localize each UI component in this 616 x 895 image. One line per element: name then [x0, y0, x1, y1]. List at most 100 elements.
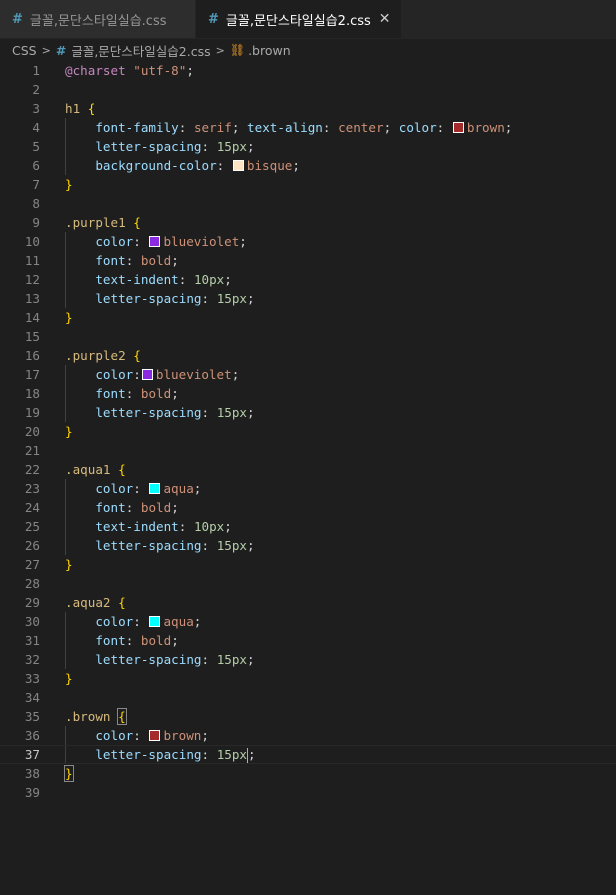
line-number: 16 — [24, 348, 40, 363]
line-number: 22 — [24, 462, 40, 477]
line-number: 14 — [24, 310, 40, 325]
line-number: 34 — [24, 690, 40, 705]
code-line: 33} — [0, 669, 616, 688]
color-swatch[interactable] — [149, 236, 161, 247]
color-swatch[interactable] — [149, 616, 161, 627]
line-number: 7 — [32, 177, 40, 192]
code-line: 8 — [0, 194, 616, 213]
code-line: 7} — [0, 175, 616, 194]
line-number: 8 — [32, 196, 40, 211]
symbol-class-icon: ⛓ — [229, 43, 246, 57]
line-number: 18 — [24, 386, 40, 401]
line-number: 9 — [32, 215, 40, 230]
code-line: 23 color: aqua; — [0, 479, 616, 498]
code-line: 18 font: bold; — [0, 384, 616, 403]
line-number: 13 — [24, 291, 40, 306]
line-number: 12 — [24, 272, 40, 287]
code-line: 36 color: brown; — [0, 726, 616, 745]
line-number: 31 — [24, 633, 40, 648]
line-number: 5 — [32, 139, 40, 154]
line-number: 4 — [32, 120, 40, 135]
code-line: 10 color: blueviolet; — [0, 232, 616, 251]
code-line: 19 letter-spacing: 15px; — [0, 403, 616, 422]
line-number: 15 — [24, 329, 40, 344]
code-line: 27} — [0, 555, 616, 574]
color-swatch[interactable] — [452, 122, 464, 133]
line-number: 17 — [24, 367, 40, 382]
code-line: 15 — [0, 327, 616, 346]
code-line: 2 — [0, 80, 616, 99]
code-line: 32 letter-spacing: 15px; — [0, 650, 616, 669]
code-line: 29 .aqua2 { — [0, 593, 616, 612]
code-line: 26 letter-spacing: 15px; — [0, 536, 616, 555]
code-line: 9 .purple1 { — [0, 213, 616, 232]
code-line: 24 font: bold; — [0, 498, 616, 517]
code-line: 11 font: bold; — [0, 251, 616, 270]
color-swatch[interactable] — [149, 483, 161, 494]
line-number: 33 — [24, 671, 40, 686]
tab-label: 글꼴,문단스타일실습2.css — [225, 13, 371, 29]
code-line: 5 letter-spacing: 15px; — [0, 137, 616, 156]
breadcrumb-file[interactable]: 글꼴,문단스타일실습2.css — [71, 41, 210, 60]
line-number: 20 — [24, 424, 40, 439]
code-line: 16 .purple2 { — [0, 346, 616, 365]
line-number: 39 — [24, 785, 40, 800]
code-line-current: 37 letter-spacing: 15px; — [0, 745, 616, 764]
color-swatch[interactable] — [149, 730, 161, 741]
code-line: 3 h1 { — [0, 99, 616, 118]
line-number: 23 — [24, 481, 40, 496]
line-number: 29 — [24, 595, 40, 610]
close-icon[interactable]: ✕ — [371, 11, 391, 27]
line-number: 1 — [32, 63, 40, 78]
line-number: 2 — [32, 82, 40, 97]
code-line: 20} — [0, 422, 616, 441]
code-line: 31 font: bold; — [0, 631, 616, 650]
code-line: 14} — [0, 308, 616, 327]
code-line: 12 text-indent: 10px; — [0, 270, 616, 289]
code-line: 35 .brown { — [0, 707, 616, 726]
css-file-icon: # — [12, 11, 23, 27]
color-swatch[interactable] — [141, 369, 153, 380]
code-line: 17 color: blueviolet; — [0, 365, 616, 384]
breadcrumb: CSS > # 글꼴,문단스타일실습2.css > ⛓ .brown — [0, 39, 616, 61]
tab-bar: # 글꼴,문단스타일실습.css # 글꼴,문단스타일실습2.css ✕ — [0, 0, 616, 39]
line-number: 25 — [24, 519, 40, 534]
line-number: 28 — [24, 576, 40, 591]
tab-file-1[interactable]: # 글꼴,문단스타일실습.css — [0, 0, 196, 38]
code-line: 28 — [0, 574, 616, 593]
code-line: 39 — [0, 783, 616, 802]
code-line: 6 background-color: bisque; — [0, 156, 616, 175]
line-number: 21 — [24, 443, 40, 458]
line-number: 11 — [24, 253, 40, 268]
code-line: 30 color: aqua; — [0, 612, 616, 631]
tab-file-2[interactable]: # 글꼴,문단스타일실습2.css ✕ — [196, 0, 402, 38]
code-line: 13 letter-spacing: 15px; — [0, 289, 616, 308]
line-number: 27 — [24, 557, 40, 572]
line-number: 35 — [24, 709, 40, 724]
chevron-right-icon: > — [215, 43, 225, 57]
css-file-icon: # — [208, 11, 219, 27]
line-number: 30 — [24, 614, 40, 629]
line-number: 36 — [24, 728, 40, 743]
line-number: 19 — [24, 405, 40, 420]
code-line: 34 — [0, 688, 616, 707]
code-line: 25 text-indent: 10px; — [0, 517, 616, 536]
code-line: 21 — [0, 441, 616, 460]
breadcrumb-symbol[interactable]: .brown — [248, 43, 291, 58]
line-number: 26 — [24, 538, 40, 553]
code-editor[interactable]: 1 @charset "utf-8"; 2 3 h1 { 4 font-family… — [0, 61, 616, 802]
code-line: 1 @charset "utf-8"; — [0, 61, 616, 80]
line-number: 38 — [24, 766, 40, 781]
color-swatch[interactable] — [232, 160, 244, 171]
code-line: 38} — [0, 764, 616, 783]
line-number: 37 — [24, 747, 40, 762]
line-number: 24 — [24, 500, 40, 515]
code-line: 4 font-family: serif; text-align: center… — [0, 118, 616, 137]
tab-label: 글꼴,문단스타일실습.css — [29, 13, 167, 29]
css-file-icon: # — [55, 42, 67, 58]
breadcrumb-folder[interactable]: CSS — [12, 43, 37, 58]
line-number: 10 — [24, 234, 40, 249]
code-line: 22 .aqua1 { — [0, 460, 616, 479]
line-number: 32 — [24, 652, 40, 667]
chevron-right-icon: > — [41, 43, 51, 57]
